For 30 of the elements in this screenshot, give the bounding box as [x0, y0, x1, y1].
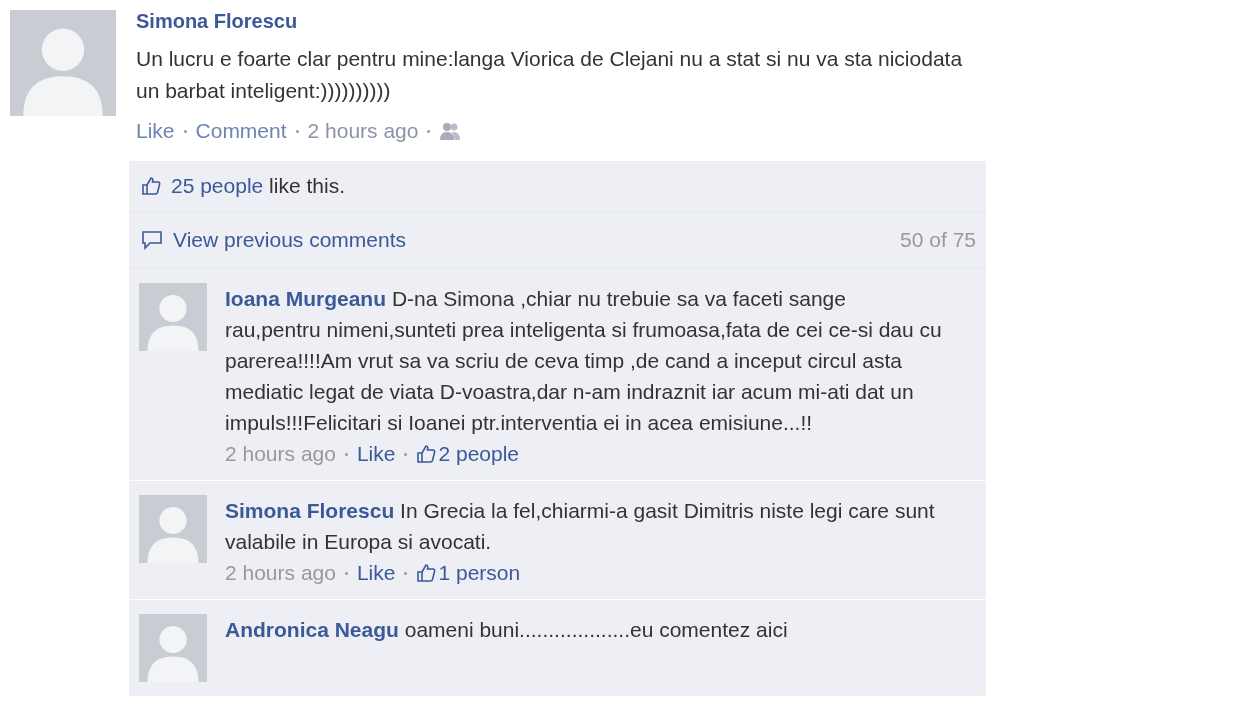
like-link[interactable]: Like [356, 561, 396, 585]
comment-icon [141, 230, 163, 250]
action-link[interactable]: Like [136, 119, 175, 143]
post-text: Un lucru e foarte clar pentru mine:langa Viorica de Clejani nu a stat si nu va sta niciodata un barbat inteligent:)))))))))) [136, 46, 964, 104]
timestamp: 2 hours ago [225, 442, 336, 466]
comment-count: 50 of 75 [900, 228, 976, 252]
avatar-icon [139, 614, 207, 682]
view-previous-link[interactable]: View previous comments [173, 228, 407, 252]
avatar-icon [139, 283, 207, 351]
like-link[interactable]: Like [356, 442, 396, 466]
avatar-icon [139, 495, 207, 563]
likes-count-link[interactable]: 2 people [438, 442, 520, 466]
commenter-link[interactable]: Simona Florescu [225, 499, 395, 522]
timestamp: 2 hours ago [225, 561, 336, 585]
commenter-link[interactable]: Andronica Neagu [225, 618, 399, 641]
thumbs-up-icon [416, 563, 437, 583]
comment-text: Ioana Murgeanu D-na Simona ,chiar nu trebuie sa va faceti sange rau,pentru nimeni,sunteti prea inteligenta si frumoasa,fata de cei ce-si dau cu parerea!!!!Am vrut sa va scriu de ceva timp ,de cand a inceput circul asta mediatic legat de viata D-voastra,dar n-am indraznit iar acum mi-ati dat un impuls!!!Felicitari si Ioanei ptr.interventia ei in acea emisiune...!! [225, 286, 943, 436]
commenter-link[interactable]: Ioana Murgeanu [225, 287, 387, 310]
comment-text: Andronica Neagu oameni buni...................eu comentez aici [225, 617, 789, 643]
comment-text: Simona Florescu In Grecia la fel,chiarmi-a gasit Dimitris niste legi care sunt valabile in Europa si avocati. [225, 498, 936, 555]
author-name[interactable]: Simona Florescu [136, 10, 996, 33]
timestamp: 2 hours ago [307, 119, 419, 143]
likes-text: 25 people like this. [171, 174, 345, 198]
action-link[interactable]: Comment [195, 119, 287, 143]
thumbs-up-icon [416, 444, 437, 464]
avatar-icon [10, 10, 116, 116]
likes-count-link[interactable]: 1 person [438, 561, 521, 585]
people-link[interactable]: 25 people [171, 174, 264, 197]
thumbs-up-icon [141, 176, 161, 196]
people-icon [439, 121, 462, 141]
